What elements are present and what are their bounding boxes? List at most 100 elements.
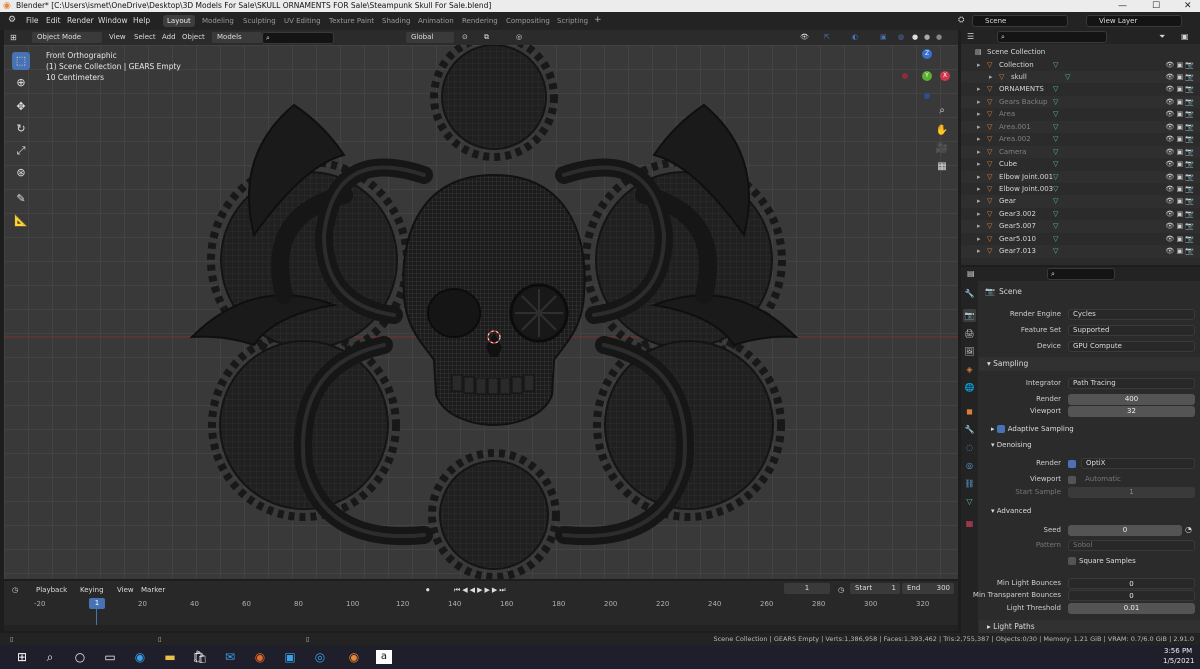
outliner-row[interactable]: ▸ ▽ Gear ▽ 👁 ▣ 📷 — [961, 195, 1200, 208]
viewport-samples-field[interactable]: 32 — [1068, 406, 1195, 417]
tab-sculpting[interactable]: Sculpting — [239, 15, 280, 27]
denoising-subpanel[interactable]: ▾ Denoising — [991, 441, 1032, 449]
mail-icon[interactable]: ✉ — [222, 650, 238, 664]
adaptive-sampling-checkbox[interactable]: ▸ Adaptive Sampling — [991, 425, 1074, 433]
tool-tab-icon[interactable]: 🔧 — [963, 287, 976, 300]
particles-tab-icon[interactable]: ◌ — [963, 441, 976, 454]
visibility-toggles[interactable]: 👁 ▣ 📷 — [1165, 208, 1194, 220]
view-layer-selector[interactable]: View Layer — [1086, 15, 1182, 27]
visibility-toggles[interactable]: 👁 ▣ 📷 — [1165, 71, 1194, 83]
gizmo-neg-x-dot[interactable] — [902, 73, 908, 79]
visibility-toggles[interactable]: 👁 ▣ 📷 — [1165, 183, 1194, 195]
scene-icon[interactable]: ⛭ — [958, 15, 964, 25]
visibility-toggles[interactable]: 👁 ▣ 📷 — [1165, 171, 1194, 183]
twitter-icon[interactable]: ▣ — [282, 650, 298, 664]
3d-viewport[interactable]: Front Orthographic (1) Scene Collection … — [4, 45, 958, 579]
tab-layout[interactable]: Layout — [163, 15, 195, 27]
editor-type-icon[interactable]: ⊞ — [10, 33, 17, 42]
tab-animation[interactable]: Animation — [414, 15, 458, 27]
gizmo-axis-y[interactable]: Y — [922, 71, 932, 81]
keying-menu[interactable]: Keying — [80, 586, 104, 594]
tab-shading[interactable]: Shading — [378, 15, 414, 27]
start-frame-field[interactable]: Start 1 — [850, 583, 900, 594]
outliner-row[interactable]: ▸ ▽ Elbow Joint.003 ▽ 👁 ▣ 📷 — [961, 183, 1200, 195]
blender-menu-icon[interactable]: ⚙ — [8, 15, 16, 25]
menu-window[interactable]: Window — [98, 16, 128, 25]
expand-arrow-icon[interactable]: ▸ — [977, 59, 981, 71]
maximize-button[interactable]: ☐ — [1152, 0, 1160, 12]
scene-tab-icon[interactable]: ◈ — [963, 363, 976, 376]
proportional-edit-icon[interactable]: ◎ — [516, 33, 522, 41]
expand-arrow-icon[interactable]: ▸ — [977, 133, 981, 145]
properties-editor-icon[interactable]: ▤ — [967, 269, 975, 278]
outliner-row[interactable]: ▸ ▽ Area ▽ 👁 ▣ 📷 — [961, 108, 1200, 120]
outliner-row[interactable]: ▸ ▽ Cube ▽ 👁 ▣ 📷 — [961, 158, 1200, 170]
windows-start-icon[interactable]: ⊞ — [14, 650, 30, 664]
add-workspace-icon[interactable]: + — [594, 15, 602, 25]
outliner-editor-icon[interactable]: ☰ — [967, 32, 974, 41]
denoise-viewport-checkbox[interactable] — [1068, 476, 1076, 484]
gizmo-neg-z-dot[interactable] — [924, 93, 930, 99]
rendered-shading-icon[interactable]: ● — [936, 33, 942, 41]
tab-rendering[interactable]: Rendering — [458, 15, 502, 27]
pivot-icon[interactable]: ⊙ — [462, 33, 468, 41]
viewport-search-input[interactable]: ⌕ — [262, 32, 334, 44]
amazon-icon[interactable]: a — [376, 650, 392, 664]
menu-view[interactable]: View — [109, 33, 126, 41]
models-dropdown[interactable]: Models — [212, 32, 262, 43]
preview-range-icon[interactable]: ◷ — [838, 586, 844, 594]
tab-texture-paint[interactable]: Texture Paint — [325, 15, 378, 27]
expand-arrow-icon[interactable]: ▸ — [977, 245, 981, 257]
overlay-toggle-icon[interactable]: ◐ — [852, 33, 858, 41]
annotate-tool-icon[interactable]: ✎ — [12, 190, 30, 208]
cursor-tool-icon[interactable]: ⊕ — [12, 74, 30, 92]
tab-uv-editing[interactable]: UV Editing — [280, 15, 325, 27]
properties-search-input[interactable]: ⌕ — [1047, 268, 1115, 280]
feature-set-dropdown[interactable]: Supported — [1068, 325, 1195, 336]
end-frame-field[interactable]: End 300 — [902, 583, 954, 594]
render-samples-field[interactable]: 400 — [1068, 394, 1195, 405]
task-view-icon[interactable]: ▭ — [102, 650, 118, 664]
edge-browser-icon[interactable]: ◉ — [132, 650, 148, 664]
measure-tool-icon[interactable]: 📐 — [12, 212, 30, 230]
tab-scripting[interactable]: Scripting — [553, 15, 592, 27]
expand-arrow-icon[interactable]: ▸ — [977, 183, 981, 195]
visibility-toggles[interactable]: 👁 ▣ 📷 — [1165, 158, 1194, 170]
scene-selector[interactable]: Scene — [972, 15, 1068, 27]
visibility-toggles[interactable]: 👁 ▣ 📷 — [1165, 121, 1194, 133]
outliner-row[interactable]: ▸ ▽ Gear5.010 ▽ 👁 ▣ 📷 — [961, 233, 1200, 245]
device-dropdown[interactable]: GPU Compute — [1068, 341, 1195, 352]
transform-tool-icon[interactable]: ⊛ — [12, 164, 30, 182]
expand-arrow-icon[interactable]: ▸ — [977, 83, 981, 95]
photos-icon[interactable]: ◎ — [312, 650, 328, 664]
firefox-icon[interactable]: ◉ — [252, 650, 268, 664]
data-tab-icon[interactable]: ▽ — [963, 495, 976, 508]
cortana-icon[interactable]: ○ — [72, 650, 88, 664]
outliner-row[interactable]: ▸ ▽ Elbow Joint.001 ▽ 👁 ▣ 📷 — [961, 170, 1200, 183]
expand-arrow-icon[interactable]: ▸ — [977, 146, 981, 158]
playback-controls[interactable]: ⏮◀◀▶▶▶⏭ — [454, 586, 508, 595]
visibility-toggles[interactable]: 👁 ▣ 📷 — [1165, 96, 1194, 108]
menu-edit[interactable]: Edit — [46, 16, 61, 25]
camera-view-icon[interactable]: 🎥 — [934, 141, 950, 157]
zoom-icon[interactable]: ⌕ — [934, 103, 950, 119]
light-paths-panel-header[interactable]: ▸ Light Paths — [979, 620, 1200, 633]
new-collection-icon[interactable]: ▣ — [1181, 32, 1189, 41]
ortho-grid-icon[interactable]: ▦ — [934, 159, 950, 175]
current-frame-field[interactable]: 1 — [784, 583, 830, 594]
wireframe-shading-icon[interactable]: ◍ — [898, 33, 904, 41]
expand-arrow-icon[interactable]: ▸ — [977, 220, 981, 232]
timeline-editor[interactable]: ◷ Playback Keying View Marker ⏺ ⏮◀◀▶▶▶⏭ … — [4, 581, 958, 631]
minimize-button[interactable]: — — [1118, 0, 1127, 12]
visibility-toggles[interactable]: 👁 ▣ 📷 — [1165, 83, 1194, 95]
advanced-subpanel[interactable]: ▾ Advanced — [991, 507, 1031, 515]
outliner-row[interactable]: ▸ ▽ Camera ▽ 👁 ▣ 📷 — [961, 145, 1200, 159]
outliner-row[interactable]: ▸ ▽ Gears Backup ▽ 👁 ▣ 📷 — [961, 95, 1200, 109]
start-sample-field[interactable]: 1 — [1068, 487, 1195, 498]
visibility-toggles[interactable]: 👁 ▣ 📷 — [1165, 108, 1194, 120]
render-engine-dropdown[interactable]: Cycles — [1068, 309, 1195, 320]
sampling-panel-header[interactable]: ▾ Sampling — [979, 357, 1200, 371]
outliner-row[interactable]: ▸ ▽ Area.002 ▽ 👁 ▣ 📷 — [961, 133, 1200, 145]
min-light-bounces-field[interactable]: 0 — [1068, 578, 1195, 589]
denoiser-dropdown[interactable]: OptiX — [1081, 458, 1195, 469]
